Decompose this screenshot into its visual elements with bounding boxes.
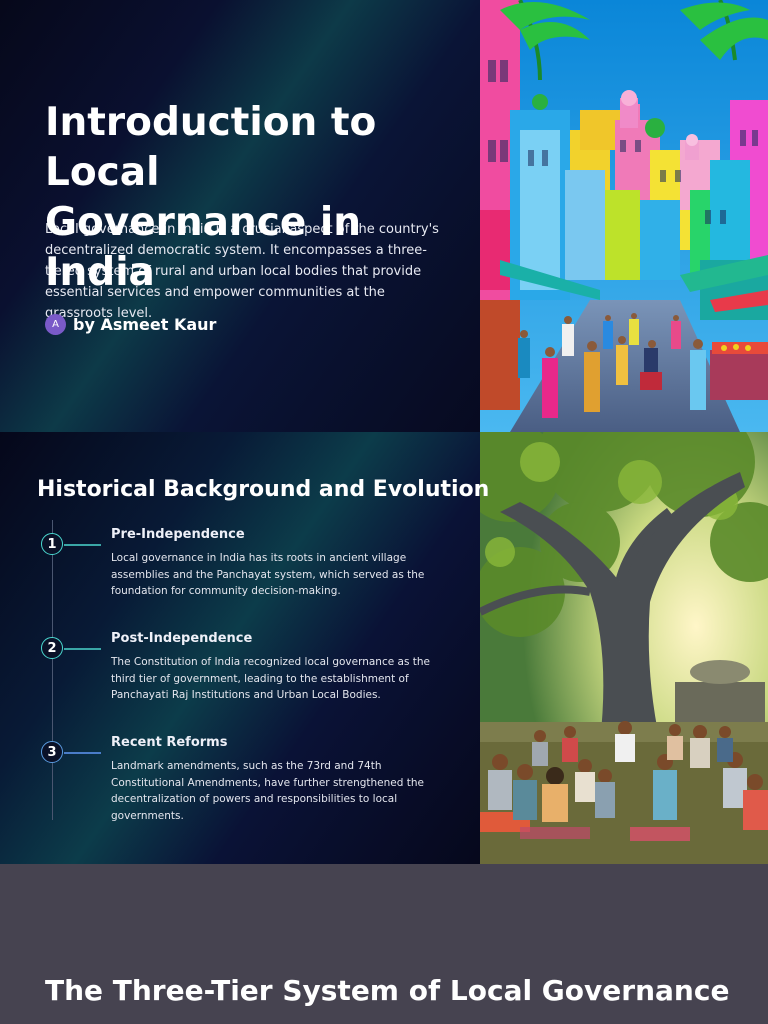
author-avatar: A — [45, 314, 66, 335]
slide-intro: Local governance in India is a crucial a… — [0, 0, 768, 432]
author-line: A by Asmeet Kaur — [45, 314, 216, 335]
timeline-heading: Recent Reforms — [111, 735, 228, 750]
banyan-tree-image — [480, 432, 768, 864]
author-name: by Asmeet Kaur — [73, 315, 217, 334]
timeline-line — [52, 520, 53, 820]
timeline-body: The Constitution of India recognized loc… — [111, 656, 431, 702]
timeline-connector — [64, 752, 101, 754]
timeline-heading: Post-Independence — [111, 631, 253, 646]
three-tier-title: The Three-Tier System of Local Governanc… — [45, 974, 730, 1007]
street-market-image — [480, 0, 768, 432]
timeline-step-number: 3 — [41, 741, 63, 763]
timeline-body: Local governance in India has its roots … — [111, 552, 425, 598]
timeline-connector — [64, 544, 101, 546]
intro-title: Introduction to Local Governance in Indi… — [45, 100, 377, 295]
timeline-body: Landmark amendments, such as the 73rd an… — [111, 760, 424, 822]
timeline-connector — [64, 648, 101, 650]
timeline-step-number: 1 — [41, 533, 63, 555]
timeline-step-number: 2 — [41, 637, 63, 659]
history-title: Historical Background and Evolution — [37, 477, 490, 502]
timeline-heading: Pre-Independence — [111, 527, 245, 542]
